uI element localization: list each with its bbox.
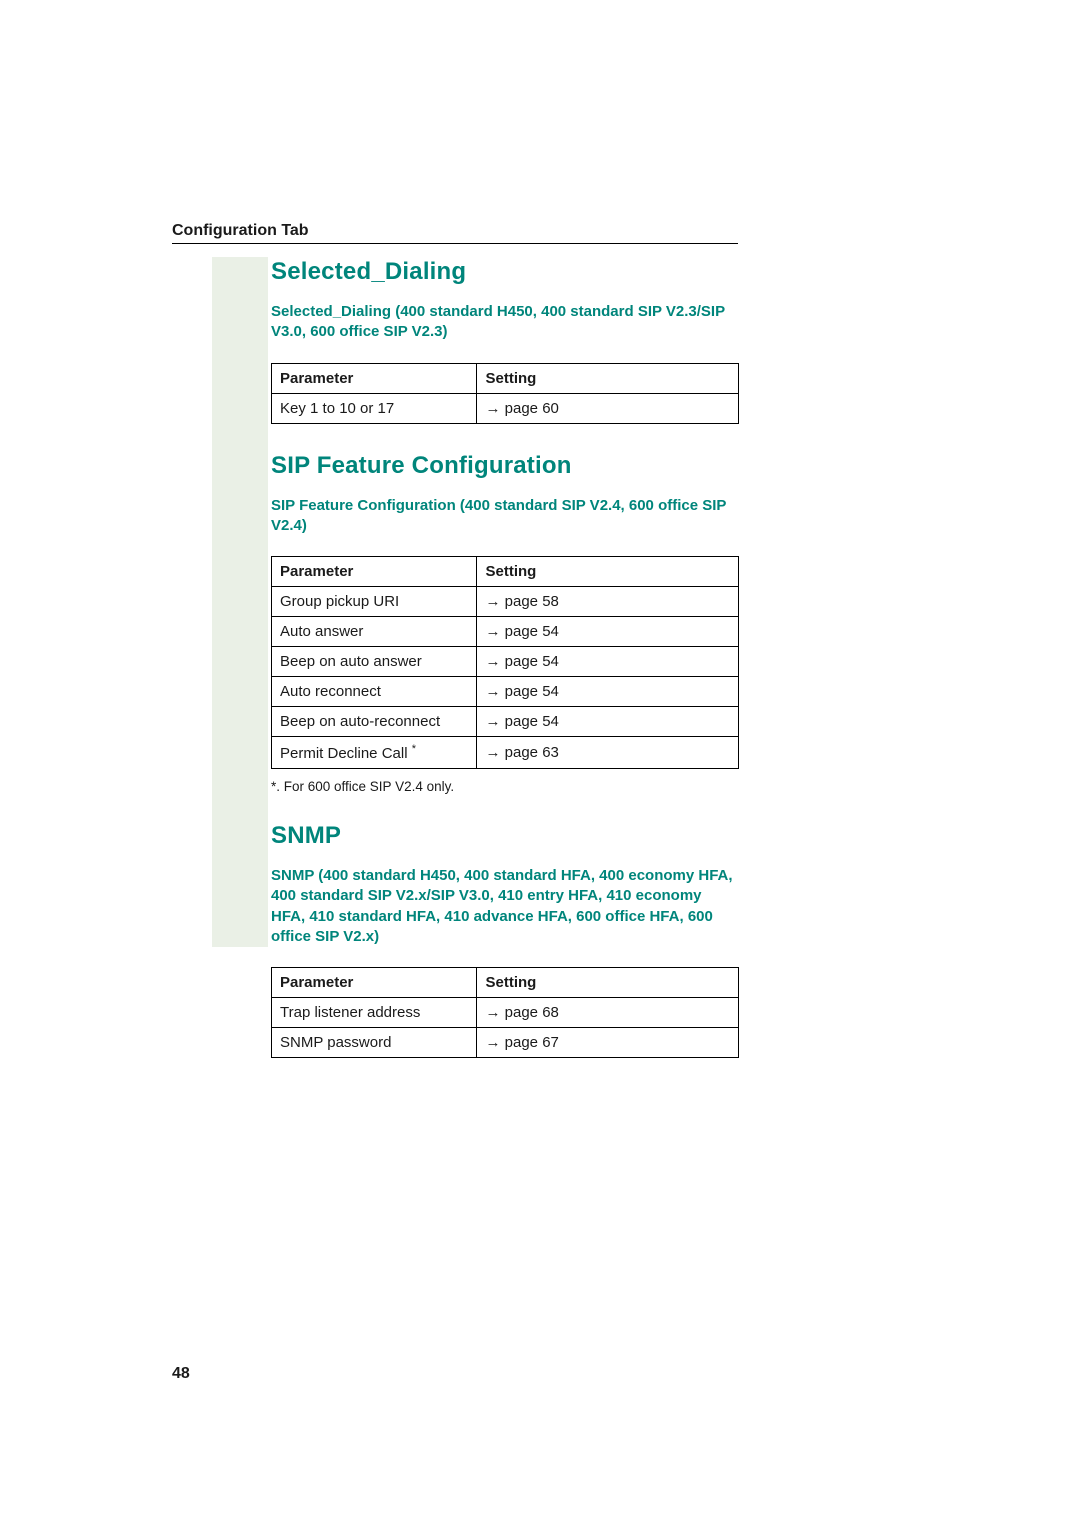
cell-setting[interactable]: → page 54: [477, 677, 739, 707]
document-page: Configuration Tab Selected_Dialing Selec…: [0, 0, 1080, 1528]
cell-setting[interactable]: → page 63: [477, 737, 739, 769]
table-header-parameter: Parameter: [272, 968, 477, 998]
arrow-icon: →: [485, 1034, 500, 1051]
cell-setting[interactable]: → page 60: [477, 393, 739, 423]
table-row: Auto reconnect → page 54: [272, 677, 739, 707]
cell-setting[interactable]: → page 67: [477, 1028, 739, 1058]
page-ref-link[interactable]: page 60: [505, 400, 559, 417]
page-ref-link[interactable]: page 63: [505, 744, 559, 761]
table-header-row: Parameter Setting: [272, 968, 739, 998]
section-subtitle: Selected_Dialing (400 standard H450, 400…: [271, 302, 739, 343]
cell-setting[interactable]: → page 68: [477, 998, 739, 1028]
cell-setting[interactable]: → page 54: [477, 647, 739, 677]
section-subtitle: SNMP (400 standard H450, 400 standard HF…: [271, 866, 739, 947]
arrow-icon: →: [485, 713, 500, 730]
parameter-table: Parameter Setting Group pickup URI → pag…: [271, 556, 739, 769]
table-row: Beep on auto answer → page 54: [272, 647, 739, 677]
section-heading-sip-feature-configuration: SIP Feature Configuration: [271, 452, 739, 480]
cell-parameter: Group pickup URI: [272, 587, 477, 617]
table-header-setting: Setting: [477, 557, 739, 587]
table-header-setting: Setting: [477, 363, 739, 393]
table-header-setting: Setting: [477, 968, 739, 998]
cell-parameter: Auto reconnect: [272, 677, 477, 707]
header-rule: [172, 243, 738, 244]
table-header-parameter: Parameter: [272, 363, 477, 393]
section-heading-snmp: SNMP: [271, 822, 739, 850]
table-row: Trap listener address → page 68: [272, 998, 739, 1028]
footnote-marker: *: [412, 743, 416, 755]
running-header: Configuration Tab: [172, 222, 309, 240]
cell-parameter: Key 1 to 10 or 17: [272, 393, 477, 423]
cell-setting[interactable]: → page 54: [477, 707, 739, 737]
cell-parameter: Beep on auto answer: [272, 647, 477, 677]
cell-parameter: Trap listener address: [272, 998, 477, 1028]
page-ref-link[interactable]: page 54: [505, 713, 559, 730]
table-row: Key 1 to 10 or 17 → page 60: [272, 393, 739, 423]
page-number: 48: [172, 1365, 190, 1383]
arrow-icon: →: [485, 593, 500, 610]
table-row: Permit Decline Call * → page 63: [272, 737, 739, 769]
cell-parameter: SNMP password: [272, 1028, 477, 1058]
arrow-icon: →: [485, 623, 500, 640]
cell-parameter: Beep on auto-reconnect: [272, 707, 477, 737]
arrow-icon: →: [485, 744, 500, 761]
cell-setting[interactable]: → page 58: [477, 587, 739, 617]
table-footnote: *. For 600 office SIP V2.4 only.: [271, 779, 739, 794]
arrow-icon: →: [485, 653, 500, 670]
parameter-table: Parameter Setting Trap listener address …: [271, 967, 739, 1058]
page-ref-link[interactable]: page 54: [505, 653, 559, 670]
page-ref-link[interactable]: page 54: [505, 683, 559, 700]
section-heading-selected-dialing: Selected_Dialing: [271, 258, 739, 286]
table-row: SNMP password → page 67: [272, 1028, 739, 1058]
parameter-table: Parameter Setting Key 1 to 10 or 17 → pa…: [271, 363, 739, 424]
table-row: Beep on auto-reconnect → page 54: [272, 707, 739, 737]
table-header-row: Parameter Setting: [272, 363, 739, 393]
arrow-icon: →: [485, 1004, 500, 1021]
arrow-icon: →: [485, 683, 500, 700]
table-header-row: Parameter Setting: [272, 557, 739, 587]
page-ref-link[interactable]: page 58: [505, 593, 559, 610]
section-subtitle: SIP Feature Configuration (400 standard …: [271, 496, 739, 537]
cell-parameter: Auto answer: [272, 617, 477, 647]
table-header-parameter: Parameter: [272, 557, 477, 587]
cell-setting[interactable]: → page 54: [477, 617, 739, 647]
page-ref-link[interactable]: page 67: [505, 1034, 559, 1051]
table-row: Auto answer → page 54: [272, 617, 739, 647]
cell-parameter: Permit Decline Call *: [272, 737, 477, 769]
arrow-icon: →: [485, 400, 500, 417]
page-ref-link[interactable]: page 68: [505, 1004, 559, 1021]
table-row: Group pickup URI → page 58: [272, 587, 739, 617]
margin-highlight-band: [212, 257, 268, 947]
page-content: Selected_Dialing Selected_Dialing (400 s…: [271, 258, 739, 1058]
page-ref-link[interactable]: page 54: [505, 623, 559, 640]
